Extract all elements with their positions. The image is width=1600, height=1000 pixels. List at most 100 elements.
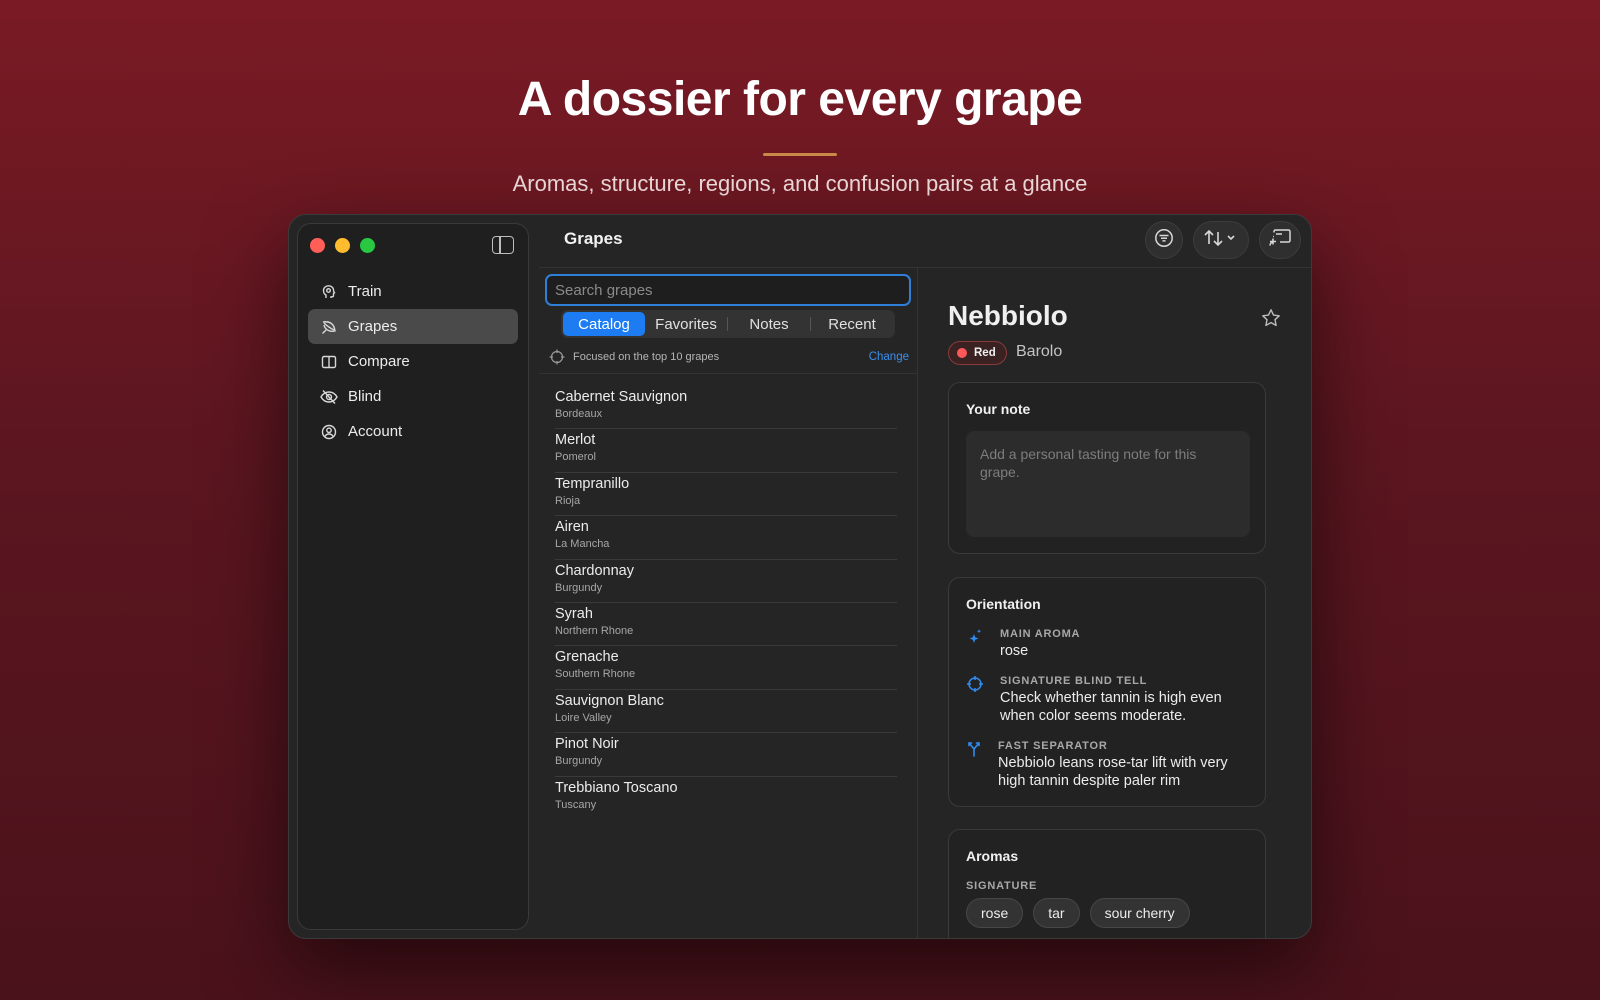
- sidebar-item-compare[interactable]: Compare: [308, 344, 518, 379]
- grape-name: Tempranillo: [555, 475, 630, 492]
- grape-name: Cabernet Sauvignon: [555, 389, 688, 405]
- grape-name: Sauvignon Blanc: [555, 692, 664, 709]
- sidebar-item-label: Grapes: [348, 318, 398, 335]
- sort-arrows-icon: [1203, 228, 1239, 253]
- grape-region: Loire Valley: [555, 711, 612, 724]
- leaf-icon: [320, 318, 338, 336]
- aromas-card-title: Aromas: [966, 848, 1019, 864]
- sidebar: Train Grapes Compare Blind Account: [297, 223, 529, 930]
- aroma-chip[interactable]: rose: [966, 898, 1024, 928]
- crosshair-icon: [549, 349, 565, 365]
- fork-icon: [966, 740, 982, 758]
- note-textarea[interactable]: Add a personal tasting note for this gra…: [966, 431, 1250, 537]
- grape-region: Bordeaux: [555, 408, 603, 420]
- sidebar-item-label: Account: [348, 423, 403, 440]
- sparkles-icon: [966, 628, 984, 646]
- grape-title: Nebbiolo: [948, 300, 1068, 331]
- signature-label: SIGNATURE: [966, 880, 1038, 892]
- search-input[interactable]: [545, 274, 911, 306]
- grape-region: Burgundy: [555, 755, 603, 768]
- grape-name: Syrah: [555, 605, 593, 622]
- tab-recent[interactable]: Recent: [811, 312, 893, 336]
- grape-name: Merlot: [555, 432, 596, 449]
- orientation-label: SIGNATURE BLIND TELL: [1000, 675, 1148, 687]
- list-header-divider: [539, 373, 917, 374]
- sidebar-item-label: Compare: [348, 353, 410, 370]
- color-badge-label: Red: [974, 347, 996, 359]
- list-item[interactable]: Chardonnay Burgundy: [555, 560, 897, 603]
- orientation-row-main-aroma: MAIN AROMA rose: [966, 626, 1256, 660]
- grape-list-pane: Catalog Favorites Notes Recent Focused o…: [539, 268, 917, 938]
- sidebar-nav: Train Grapes Compare Blind Account: [308, 274, 518, 449]
- sidebar-item-grapes[interactable]: Grapes: [308, 309, 518, 344]
- sidebar-toggle-icon[interactable]: [492, 236, 514, 254]
- orientation-row-fast-separator: FAST SEPARATOR Nebbiolo leans rose-tar l…: [966, 738, 1256, 790]
- sidebar-item-account[interactable]: Account: [308, 414, 518, 449]
- aromas-card: Aromas SIGNATURE rose tar sour cherry: [948, 829, 1266, 938]
- list-item[interactable]: Cabernet Sauvignon Bordeaux: [555, 386, 897, 430]
- grape-region: La Mancha: [555, 538, 610, 551]
- grape-region: Pomerol: [555, 451, 596, 464]
- sidebar-item-train[interactable]: Train: [308, 274, 518, 309]
- list-item[interactable]: Tempranillo Rioja: [555, 473, 897, 517]
- orientation-card-title: Orientation: [966, 596, 1041, 612]
- grape-region: Southern Rhone: [555, 668, 636, 681]
- close-window-button[interactable]: [310, 238, 325, 253]
- person-circle-icon: [320, 423, 338, 441]
- sort-button[interactable]: [1193, 221, 1249, 259]
- tab-favorites[interactable]: Favorites: [645, 312, 727, 336]
- grape-name: Airen: [555, 519, 589, 536]
- orientation-value: Check whether tannin is high even when c…: [1000, 690, 1222, 724]
- orientation-label: FAST SEPARATOR: [998, 740, 1108, 752]
- list-item[interactable]: Merlot Pomerol: [555, 429, 897, 473]
- aroma-chip[interactable]: tar: [1033, 898, 1080, 928]
- focus-banner: Focused on the top 10 grapes Change: [549, 348, 909, 366]
- app-window: Train Grapes Compare Blind Account Grape…: [288, 214, 1312, 939]
- grape-name: Chardonnay: [555, 562, 634, 579]
- star-icon[interactable]: [1261, 308, 1281, 334]
- zoom-window-button[interactable]: [360, 238, 375, 253]
- brain-icon: [320, 283, 338, 301]
- tab-notes[interactable]: Notes: [728, 312, 810, 336]
- grape-list: Cabernet Sauvignon Bordeaux Merlot Pomer…: [555, 386, 897, 820]
- grape-region: Tuscany: [555, 798, 597, 811]
- aroma-chip[interactable]: sour cherry: [1089, 898, 1190, 928]
- orientation-card: Orientation MAIN AROMA rose SIGNATURE BL…: [948, 577, 1266, 807]
- cast-button[interactable]: [1259, 221, 1301, 259]
- red-dot-icon: [957, 348, 967, 358]
- sidebar-item-label: Blind: [348, 388, 382, 405]
- minimize-window-button[interactable]: [335, 238, 350, 253]
- crosshair-icon: [966, 675, 984, 693]
- list-item[interactable]: Airen La Mancha: [555, 516, 897, 560]
- grape-name: Grenache: [555, 649, 619, 666]
- list-item[interactable]: Syrah Northern Rhone: [555, 603, 897, 647]
- grape-region: Rioja: [555, 494, 581, 507]
- grape-region: Burgundy: [555, 581, 603, 594]
- sidebar-item-label: Train: [348, 283, 382, 300]
- filter-button[interactable]: [1145, 221, 1183, 259]
- hero-title: A dossier for every grape: [517, 73, 1083, 126]
- window-title: Grapes: [564, 229, 623, 248]
- sidebar-item-blind[interactable]: Blind: [308, 379, 518, 414]
- list-item[interactable]: Pinot Noir Burgundy: [555, 733, 897, 777]
- color-badge: Red: [948, 341, 1007, 365]
- columns-icon: [320, 353, 338, 371]
- cast-icon: [1268, 228, 1292, 253]
- grape-region-subtitle: Barolo: [1016, 343, 1063, 360]
- tab-catalog[interactable]: Catalog: [563, 312, 645, 336]
- grape-name: Trebbiano Toscano: [555, 779, 678, 796]
- aroma-chips: rose tar sour cherry: [966, 898, 1190, 928]
- orientation-label: MAIN AROMA: [1000, 628, 1081, 640]
- note-card-title: Your note: [966, 401, 1031, 417]
- list-item[interactable]: Sauvignon Blanc Loire Valley: [555, 690, 897, 734]
- change-focus-link[interactable]: Change: [869, 351, 909, 363]
- list-item[interactable]: Grenache Southern Rhone: [555, 646, 897, 690]
- hero-divider: [763, 153, 837, 156]
- grape-detail-pane: Nebbiolo Red Barolo Your note Add a pers…: [918, 268, 1311, 938]
- hero-subtitle: Aromas, structure, regions, and confusio…: [512, 171, 1088, 196]
- list-item[interactable]: Trebbiano Toscano Tuscany: [555, 777, 897, 820]
- orientation-value: rose: [1000, 643, 1029, 659]
- list-segmented-control: Catalog Favorites Notes Recent: [561, 310, 895, 338]
- orientation-value: Nebbiolo leans rose-tar lift with very h…: [998, 755, 1228, 789]
- grape-name: Pinot Noir: [555, 736, 619, 753]
